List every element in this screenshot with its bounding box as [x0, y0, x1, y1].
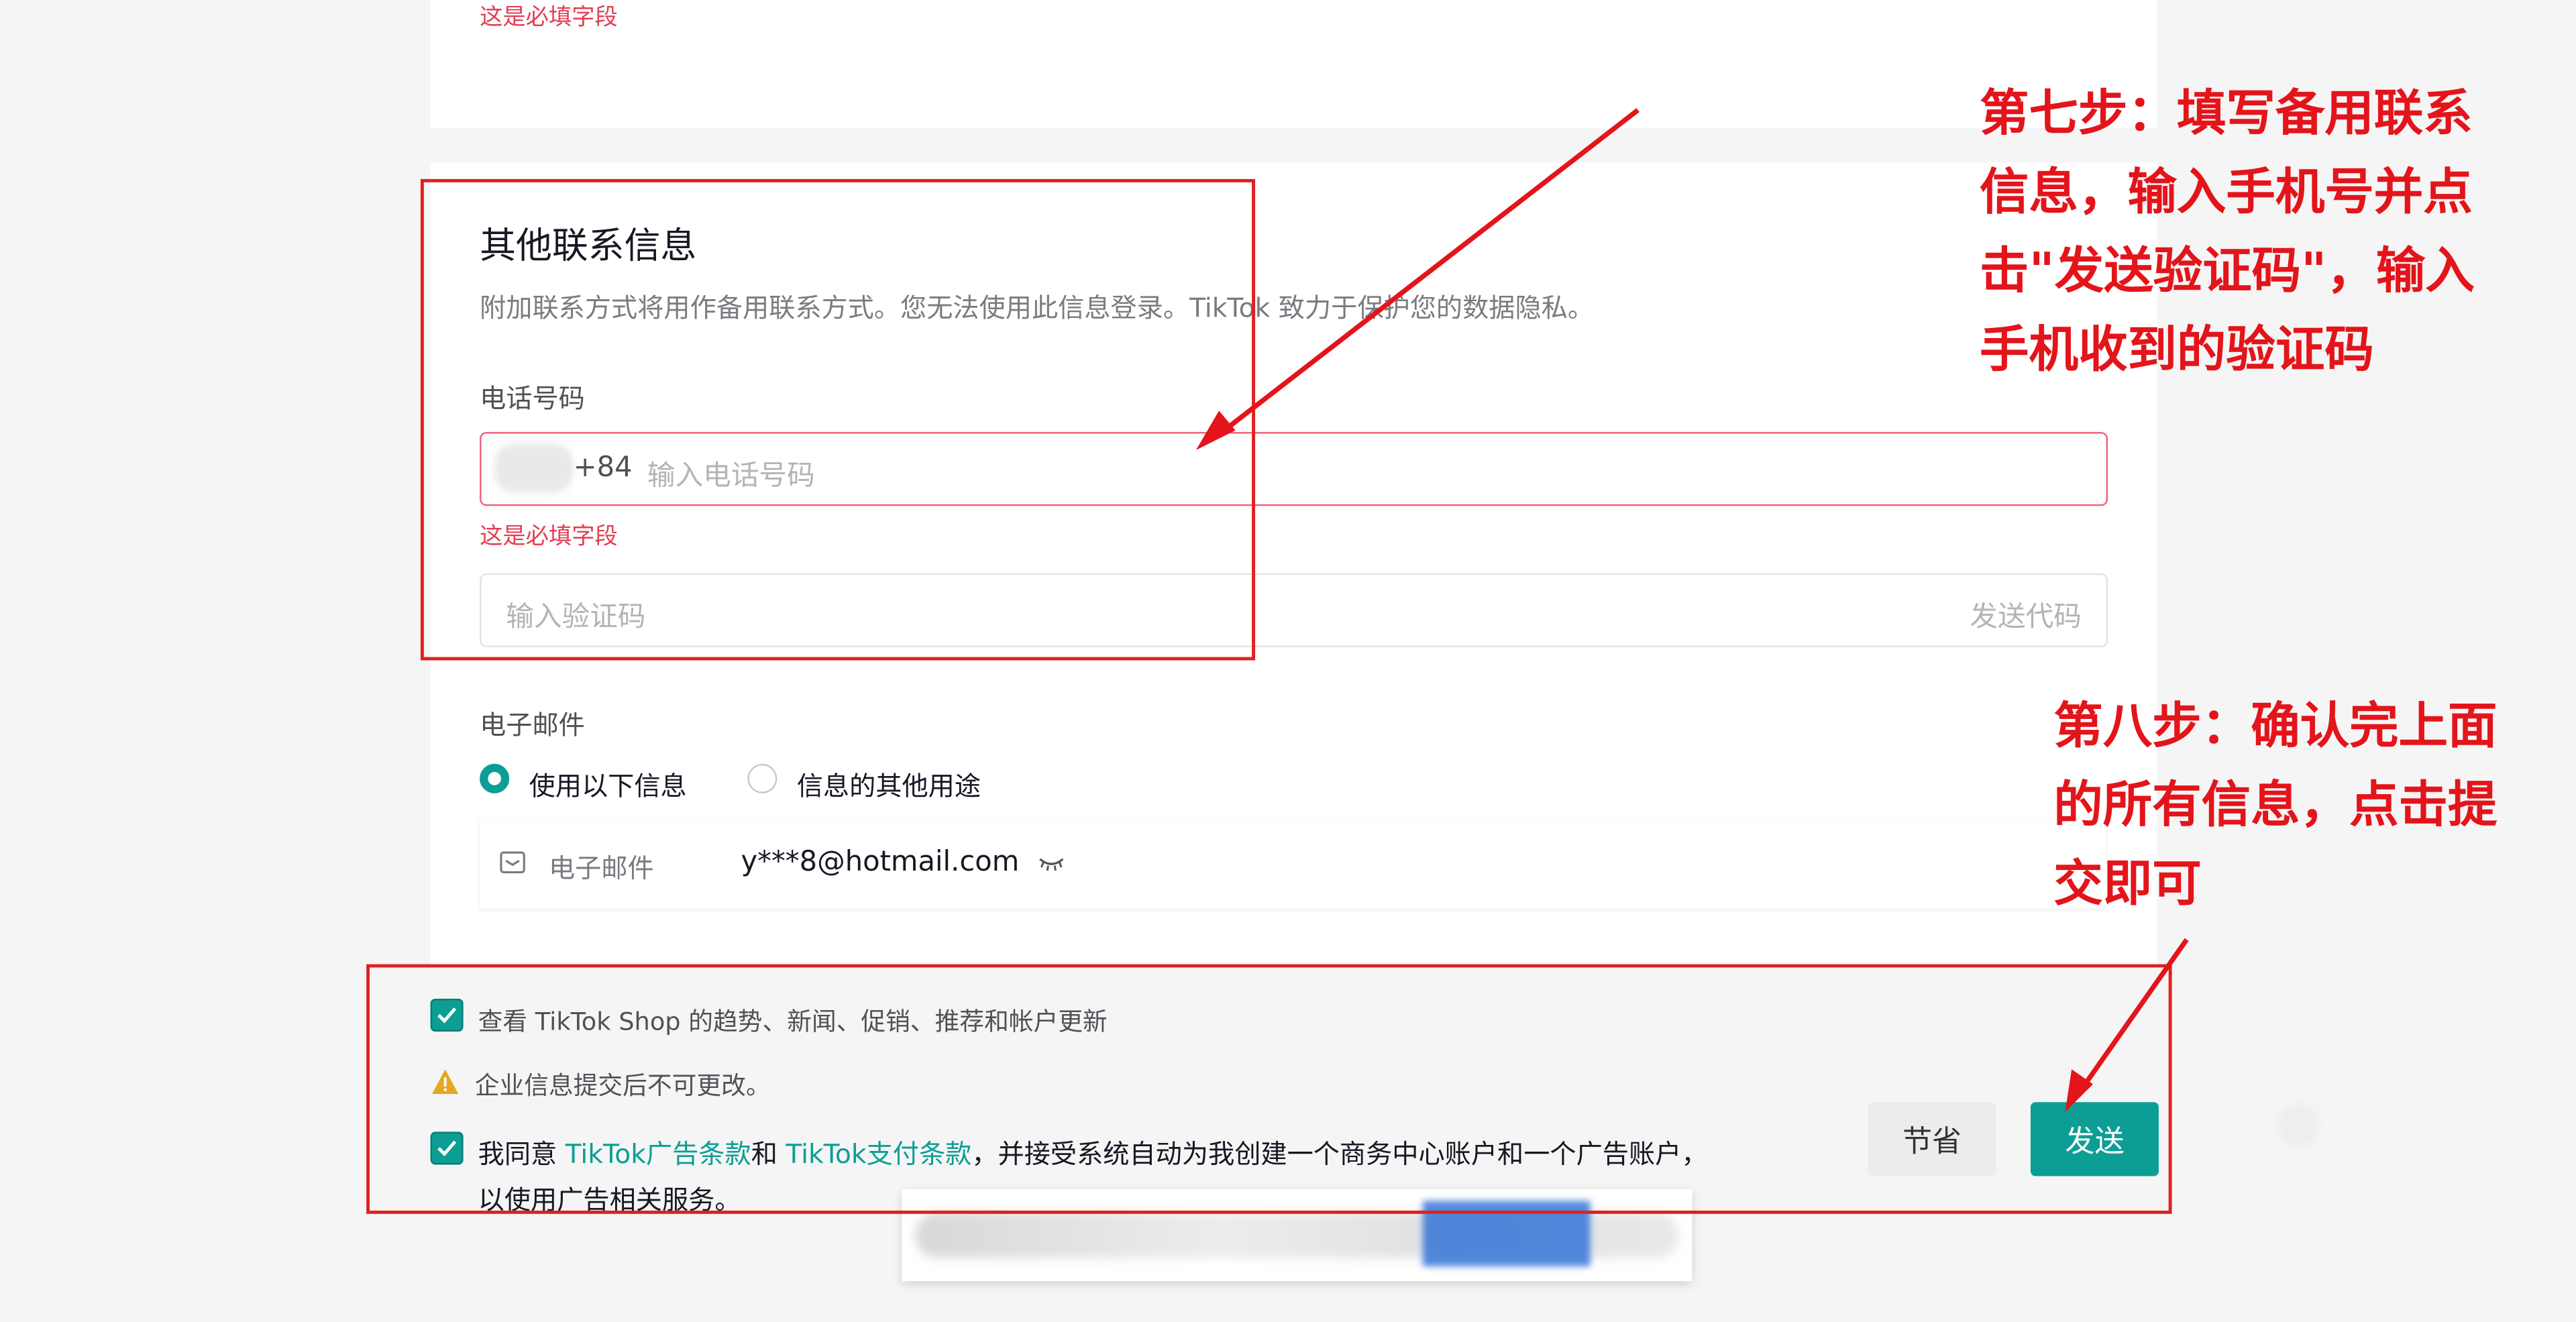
- annotation-step8-line3: 交即可: [2053, 855, 2202, 914]
- arrow-step7-head: [1195, 410, 1236, 451]
- annotation-step8-line1: 第八步：确认完上面: [2053, 698, 2498, 756]
- annotation-step8-line2: 的所有信息，点击提: [2053, 777, 2498, 835]
- arrow-step7: [1214, 108, 1640, 439]
- annotation-step7-line2: 信息，输入手机号并点: [1980, 164, 2473, 222]
- annotation-step8: 第八步：确认完上面 的所有信息，点击提 交即可: [2053, 688, 2497, 925]
- annotation-step7: 第七步：填写备用联系 信息，输入手机号并点 击"发送验证码"，输入 手机收到的验…: [1980, 76, 2475, 391]
- annotation-step7-line1: 第七步：填写备用联系: [1980, 85, 2473, 144]
- arrow-step8: [2076, 938, 2189, 1096]
- annotation-step7-line3: 击"发送验证码"，输入: [1980, 243, 2475, 301]
- annotation-step7-line4: 手机收到的验证码: [1980, 322, 2374, 380]
